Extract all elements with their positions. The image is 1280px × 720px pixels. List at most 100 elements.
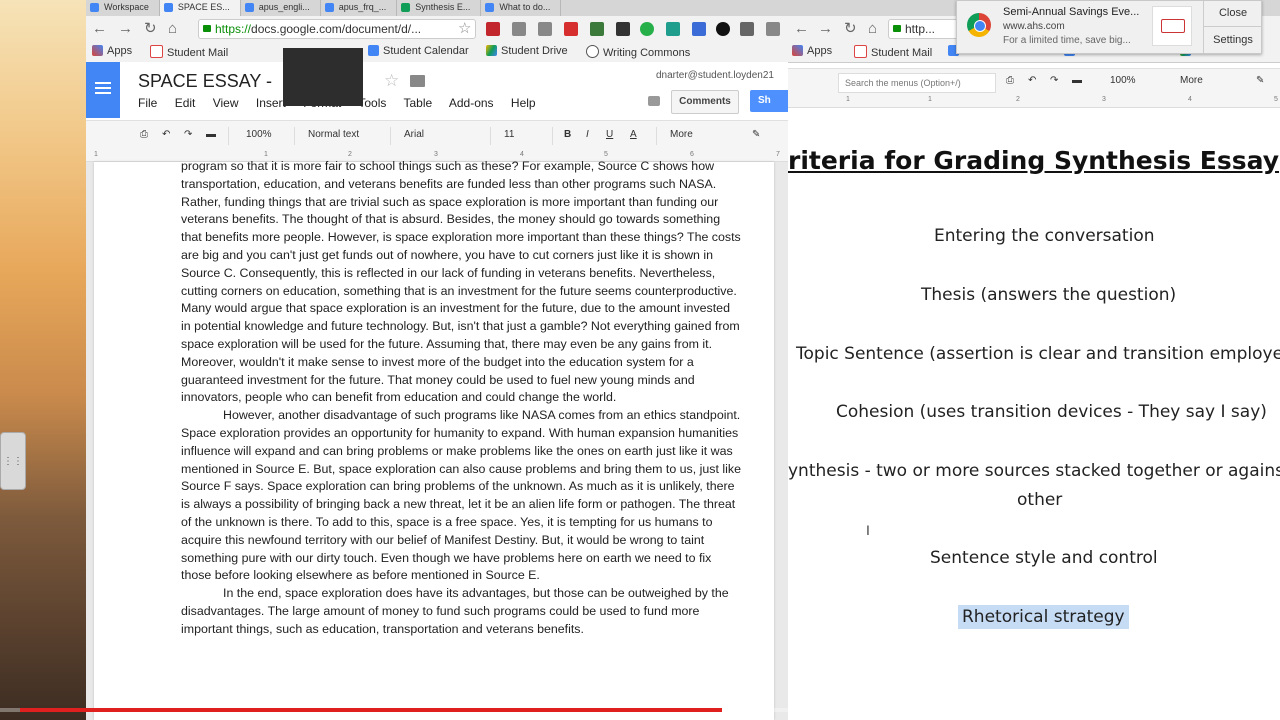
criteria-item-selected[interactable]: Rhetorical strategy [958,605,1129,629]
bookmark-apps[interactable]: Apps [792,45,832,57]
extension-icon[interactable] [590,22,604,36]
extension-icon[interactable] [740,22,754,36]
menu-addons[interactable]: Add-ons [449,96,494,110]
edit-mode-pencil-icon[interactable]: ✎ [1256,75,1264,86]
bold-button[interactable]: B [564,129,571,140]
browser-tab[interactable]: apus_engli... [241,0,321,16]
more-button[interactable]: More [1180,75,1203,86]
menu-edit[interactable]: Edit [175,96,196,110]
notification-close-button[interactable]: Close [1203,1,1262,27]
font-select[interactable]: Arial [404,129,424,140]
extension-icon[interactable] [640,22,654,36]
print-icon[interactable]: ⎙ [1006,75,1014,86]
url-field[interactable]: http... [888,19,966,39]
docs-header: SPACE ESSAY - ☆ File Edit View Insert Fo… [86,62,788,120]
comment-icon[interactable] [648,96,660,106]
bookmark-writing-commons[interactable]: Writing Commons [586,45,690,59]
bookmark-star-icon[interactable]: ☆ [458,19,471,37]
more-button[interactable]: More [670,129,693,140]
text-color-button[interactable]: A [630,129,637,140]
forward-icon[interactable]: → [118,20,133,38]
browser-tab[interactable]: What to do... [481,0,562,16]
paint-format-icon[interactable]: ▬ [206,129,216,140]
extension-icon[interactable] [512,22,526,36]
share-button[interactable]: Sh [750,90,788,112]
docs-favicon-icon [244,3,254,12]
menu-help[interactable]: Help [511,96,536,110]
redo-icon[interactable]: ↷ [1050,75,1058,86]
video-progress-fill [20,708,722,712]
left-browser-window: Workspace SPACE ES... apus_engli... apus… [86,0,788,720]
menu-insert[interactable]: Insert [256,96,286,110]
menu-file[interactable]: File [138,96,157,110]
undo-icon[interactable]: ↶ [1028,75,1036,86]
menu-view[interactable]: View [213,96,239,110]
bookmark-student-calendar[interactable]: Student Calendar [368,45,469,57]
search-menus-input[interactable]: Search the menus (Option+/) [838,73,996,93]
document-title[interactable]: SPACE ESSAY - [138,71,272,92]
browser-tab[interactable]: Workspace [86,0,160,16]
back-icon[interactable]: ← [794,20,809,38]
url-field[interactable]: https://docs.google.com/document/d/... [198,19,476,39]
criteria-item: Thesis (answers the question) [921,285,1177,305]
back-icon[interactable]: ← [92,20,107,38]
extension-icon[interactable] [538,22,552,36]
bookmark-student-mail[interactable]: Student Mail [854,45,932,59]
bookmark-label: Student Calendar [383,45,469,57]
criteria-item: Cohesion (uses transition devices - They… [836,402,1267,422]
notification-settings-button[interactable]: Settings [1203,27,1262,53]
chrome-icon [967,13,991,37]
document-heading: riteria for Grading Synthesis Essay [788,146,1280,175]
edit-mode-pencil-icon[interactable]: ✎ [752,129,760,140]
bookmark-apps[interactable]: Apps [92,45,132,57]
style-select[interactable]: Normal text [308,129,359,140]
extension-icon[interactable] [564,22,578,36]
notification-title: Semi-Annual Savings Eve... [1003,6,1140,18]
italic-button[interactable]: I [586,129,589,140]
browser-tab-active[interactable]: SPACE ES... [159,0,241,16]
print-icon[interactable]: ⎙ [140,129,148,140]
zoom-select[interactable]: 100% [246,129,272,140]
browser-tab[interactable]: Synthesis E... [397,0,482,16]
notification-body: For a limited time, save big... [1003,35,1131,46]
gmail-icon [150,45,163,58]
menu-icon[interactable] [766,22,780,36]
zoom-select[interactable]: 100% [1110,75,1136,86]
paragraph[interactable]: In the end, space exploration does have … [181,585,741,638]
dock-handle[interactable]: ⋮⋮ [0,432,26,490]
browser-tab[interactable]: apus_frq_... [321,0,398,16]
reload-icon[interactable]: ↻ [844,20,857,38]
bookmark-label: Student Drive [501,45,568,57]
extension-icon[interactable] [716,22,730,36]
comments-button[interactable]: Comments [671,90,739,114]
criteria-item: Sentence style and control [930,548,1158,568]
redo-icon[interactable]: ↷ [184,129,192,140]
home-icon[interactable]: ⌂ [168,20,177,38]
forward-icon[interactable]: → [818,20,833,38]
menu-table[interactable]: Table [404,96,433,110]
reload-icon[interactable]: ↻ [144,20,157,38]
extension-icon[interactable] [666,22,680,36]
font-size-select[interactable]: 11 [504,129,514,140]
star-icon[interactable]: ☆ [384,71,399,91]
extension-icon[interactable] [486,22,500,36]
folder-icon[interactable] [410,75,425,87]
bookmark-student-mail[interactable]: Student Mail [150,45,228,59]
bookmark-label: Writing Commons [603,47,691,59]
undo-icon[interactable]: ↶ [162,129,170,140]
docs-logo-icon[interactable] [86,62,120,118]
extension-icon[interactable] [616,22,630,36]
chrome-notification[interactable]: Semi-Annual Savings Eve... www.ahs.com F… [956,0,1262,54]
underline-button[interactable]: U [606,129,613,140]
paragraph[interactable]: program so that it is more fair to schoo… [181,158,741,407]
document-body[interactable]: program so that it is more fair to schoo… [181,158,741,639]
paragraph[interactable]: However, another disadvantage of such pr… [181,407,741,585]
notification-site: www.ahs.com [1003,21,1065,32]
extension-icon[interactable] [692,22,706,36]
drive-icon [486,45,497,56]
paint-format-icon[interactable]: ▬ [1072,75,1082,86]
bookmark-student-drive[interactable]: Student Drive [486,45,568,57]
tab-label: What to do... [499,2,551,12]
home-icon[interactable]: ⌂ [868,20,877,38]
docs-toolbar: Search the menus (Option+/) ⎙ ↶ ↷ ▬ 100%… [788,68,1280,96]
